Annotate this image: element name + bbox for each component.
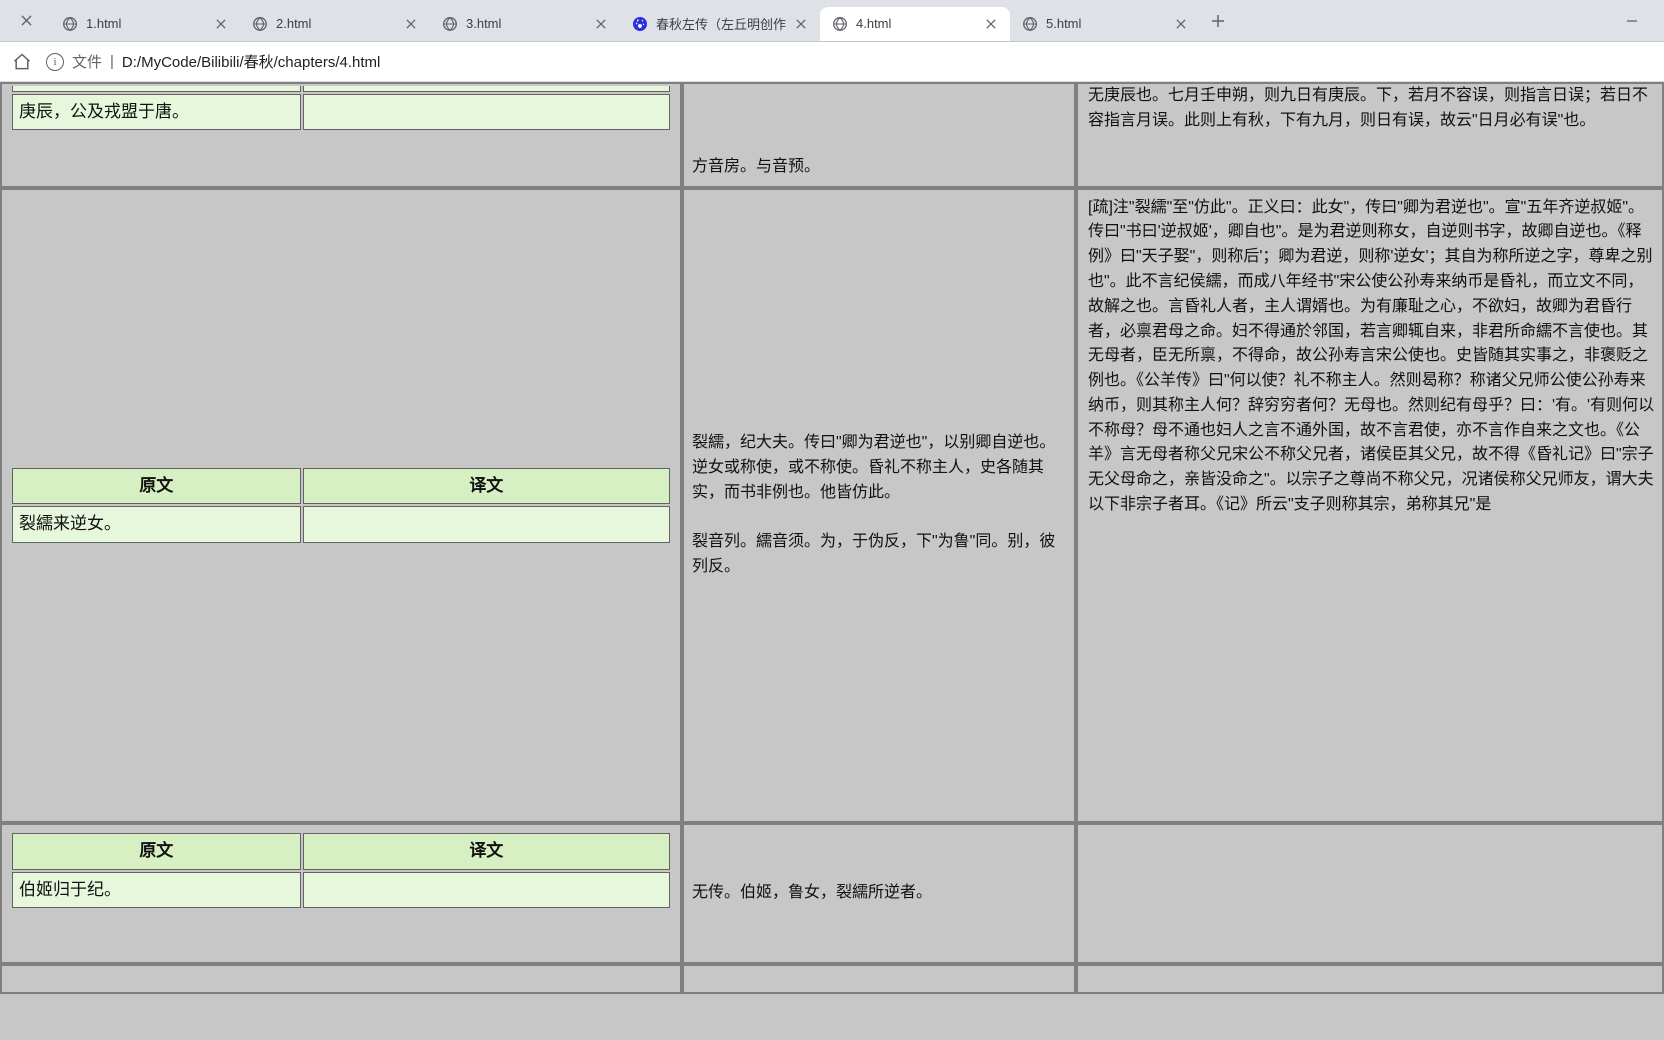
- column-header-yiwen: 译文: [303, 833, 670, 869]
- cell-yiwen: [303, 86, 670, 92]
- cell-yuanwen: [12, 86, 301, 92]
- column-header-yiwen: 译文: [303, 468, 670, 504]
- annotation-text: 无庚辰也。七月壬申朔，则九日有庚辰。下，若月不容误，则指言日误；若日不容指言月误…: [1088, 84, 1656, 134]
- commentary-mid: 无传。伯姬，鲁女，裂繻所逆者。: [682, 823, 1076, 964]
- tab-label: 2.html: [276, 16, 396, 31]
- tab-label: 3.html: [466, 16, 586, 31]
- close-icon: [1176, 19, 1186, 29]
- cell-yiwen: [303, 94, 670, 130]
- commentary-text: 方音房。与音预。: [692, 155, 1066, 180]
- tab-close-button[interactable]: [1174, 17, 1188, 31]
- source-translation-table: 原文译文裂繻来逆女。: [10, 466, 672, 545]
- commentary-text: 无传。伯姬，鲁女，裂繻所逆者。: [692, 881, 932, 906]
- url-separator: |: [110, 53, 114, 70]
- browser-tab-3[interactable]: 春秋左传（左丘明创作: [620, 7, 820, 41]
- tab-close-button[interactable]: [794, 17, 808, 31]
- plus-icon: [1211, 14, 1225, 28]
- tab-label: 5.html: [1046, 16, 1166, 31]
- close-icon: [406, 19, 416, 29]
- commentary-text: 裂繻，纪大夫。传曰"卿为君逆也"，以别卿自逆也。逆女或称使，或不称使。昏礼不称主…: [692, 431, 1066, 580]
- close-icon: [596, 19, 606, 29]
- browser-tab-bar: 1.html 2.html 3.html 春秋左传（左丘明创作 4.html 5.html: [0, 0, 1664, 42]
- source-translation-table: 庚辰，公及戎盟于唐。: [10, 84, 672, 132]
- table-row: 原文译文裂繻来逆女。: [0, 188, 682, 824]
- tab-favicon: [442, 16, 458, 32]
- column-header-yuanwen: 原文: [12, 833, 301, 869]
- tab-label: 4.html: [856, 16, 976, 31]
- tab-favicon: [1022, 16, 1038, 32]
- browser-tab-4[interactable]: 4.html: [820, 7, 1010, 41]
- info-icon: i: [46, 53, 64, 71]
- tab-label: 春秋左传（左丘明创作: [656, 14, 786, 33]
- window-controls: [1610, 6, 1664, 36]
- commentary-mid: 裂繻，纪大夫。传曰"卿为君逆也"，以别卿自逆也。逆女或称使，或不称使。昏礼不称主…: [682, 188, 1076, 824]
- close-icon: [216, 19, 226, 29]
- table-row: 原文译文伯姬归于纪。: [0, 823, 682, 964]
- address-bar: i 文件 | D:/MyCode/Bilibili/春秋/chapters/4.…: [0, 42, 1664, 82]
- column-header-yuanwen: 原文: [12, 468, 301, 504]
- table-row: 庚辰，公及戎盟于唐。: [0, 82, 682, 188]
- table-row: [0, 964, 682, 994]
- minimize-icon: [1626, 15, 1638, 27]
- home-icon: [12, 52, 32, 72]
- annotation-text: [疏]注"裂繻"至"仿此"。正义曰：此女"，传曰"卿为君逆也"。宣"五年齐逆叔姬…: [1088, 196, 1656, 518]
- tab-label: 1.html: [86, 16, 206, 31]
- commentary-mid: [682, 964, 1076, 994]
- browser-tab-1[interactable]: 2.html: [240, 7, 430, 41]
- url-scheme-label: 文件: [72, 51, 102, 72]
- cell-yiwen: [303, 506, 670, 542]
- page-content[interactable]: 庚辰，公及戎盟于唐。 方音房。与音预。无庚辰也。七月壬申朔，则九日有庚辰。下，若…: [0, 82, 1664, 1040]
- annotation-right: [1076, 964, 1664, 994]
- tab-close-button[interactable]: [594, 17, 608, 31]
- annotation-right: [疏]注"裂繻"至"仿此"。正义曰：此女"，传曰"卿为君逆也"。宣"五年齐逆叔姬…: [1076, 188, 1664, 824]
- tab-close-button[interactable]: [214, 17, 228, 31]
- tab-favicon: [252, 16, 268, 32]
- cell-yuanwen: 伯姬归于纪。: [12, 872, 301, 908]
- cell-yiwen: [303, 872, 670, 908]
- browser-tab-2[interactable]: 3.html: [430, 7, 620, 41]
- home-button[interactable]: [10, 50, 34, 74]
- tab-close-button[interactable]: [984, 17, 998, 31]
- address-field[interactable]: i 文件 | D:/MyCode/Bilibili/春秋/chapters/4.…: [46, 51, 1654, 72]
- source-translation-table: 原文译文伯姬归于纪。: [10, 831, 672, 910]
- annotation-right: [1076, 823, 1664, 964]
- browser-tab-5[interactable]: 5.html: [1010, 7, 1200, 41]
- close-icon: [796, 19, 806, 29]
- new-tab-button[interactable]: [1204, 7, 1232, 35]
- tab-close-leading[interactable]: [0, 15, 50, 26]
- close-icon: [21, 15, 32, 26]
- tab-favicon: [832, 16, 848, 32]
- url-path: D:/MyCode/Bilibili/春秋/chapters/4.html: [122, 51, 380, 72]
- cell-yuanwen: 裂繻来逆女。: [12, 506, 301, 542]
- tab-close-button[interactable]: [404, 17, 418, 31]
- cell-yuanwen: 庚辰，公及戎盟于唐。: [12, 94, 301, 130]
- annotation-right: 无庚辰也。七月壬申朔，则九日有庚辰。下，若月不容误，则指言日误；若日不容指言月误…: [1076, 82, 1664, 188]
- commentary-mid: 方音房。与音预。: [682, 82, 1076, 188]
- minimize-button[interactable]: [1610, 6, 1654, 36]
- tab-favicon: [62, 16, 78, 32]
- browser-tab-0[interactable]: 1.html: [50, 7, 240, 41]
- tab-favicon: [632, 16, 648, 32]
- close-icon: [986, 19, 996, 29]
